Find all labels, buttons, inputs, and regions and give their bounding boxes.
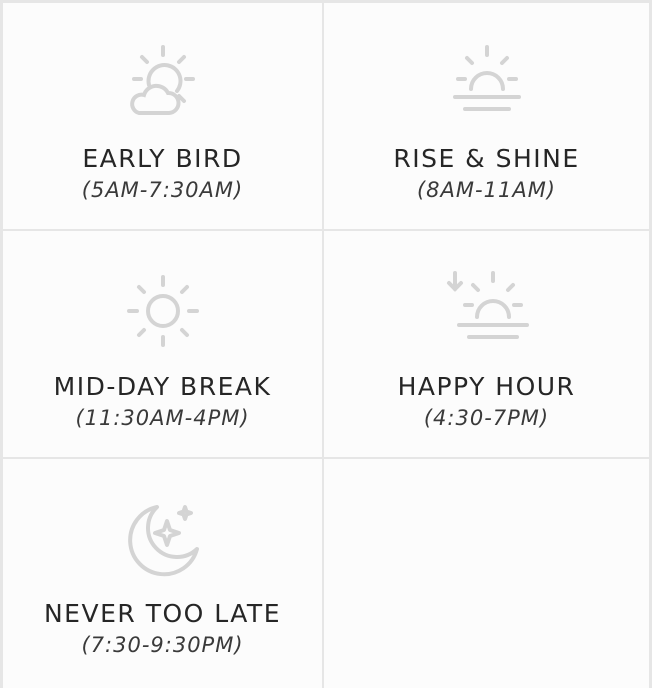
slot-title: NEVER TOO LATE (43, 599, 281, 628)
slot-title: HAPPY HOUR (397, 372, 576, 401)
slot-title: RISE & SHINE (393, 144, 580, 173)
time-slot-early-bird[interactable]: EARLY BIRD (5AM-7:30AM) (3, 3, 324, 231)
time-slot-grid: EARLY BIRD (5AM-7:30AM) RISE & SHINE (8A… (0, 0, 652, 688)
time-slot-rise-shine[interactable]: RISE & SHINE (8AM-11AM) (324, 3, 649, 231)
sun-icon (121, 269, 205, 353)
time-slot-never-too-late[interactable]: NEVER TOO LATE (7:30-9:30PM) (3, 459, 324, 688)
sunrise-icon (445, 41, 529, 125)
sun-behind-cloud-icon (121, 41, 205, 125)
slot-time: (5AM-7:30AM) (81, 178, 244, 202)
moon-stars-icon (121, 499, 205, 583)
empty-cell (324, 459, 649, 688)
slot-time: (7:30-9:30PM) (81, 633, 244, 657)
time-slot-happy-hour[interactable]: HAPPY HOUR (4:30-7PM) (324, 231, 649, 459)
slot-time: (11:30AM-4PM) (75, 406, 250, 430)
time-slot-mid-day-break[interactable]: MID-DAY BREAK (11:30AM-4PM) (3, 231, 324, 459)
slot-time: (8AM-11AM) (416, 178, 556, 202)
sunset-icon (445, 269, 529, 353)
slot-time: (4:30-7PM) (423, 406, 550, 430)
slot-title: EARLY BIRD (82, 144, 243, 173)
slot-title: MID-DAY BREAK (53, 372, 272, 401)
